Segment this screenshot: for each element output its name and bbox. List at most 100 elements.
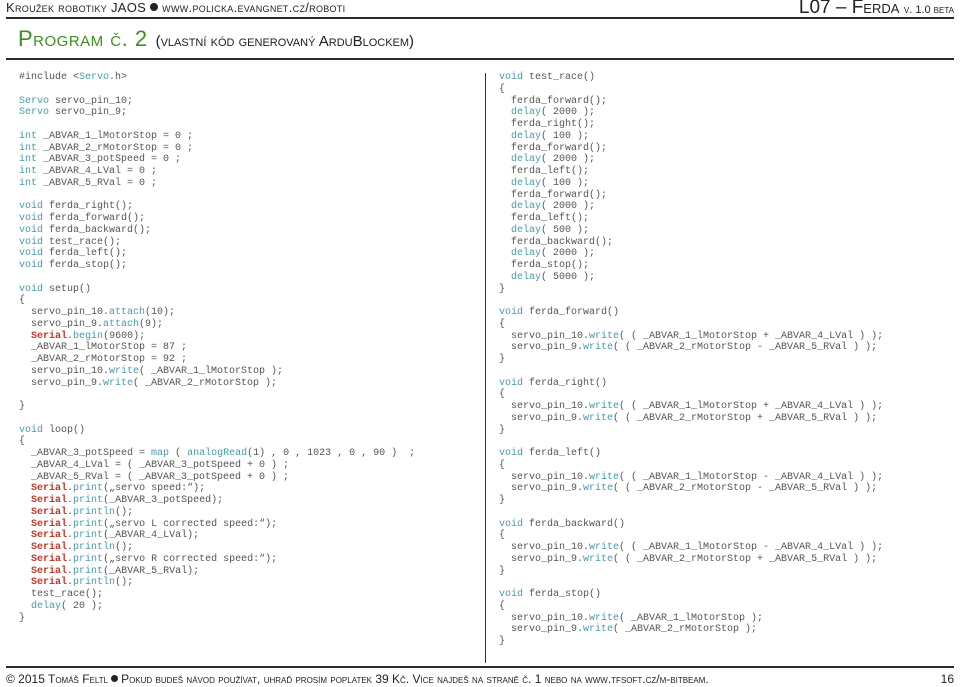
code-right-line: delay( 2000 ); [511,201,596,213]
footer: © 2015 Tomáš Feltl Pokud budeš návod použ… [6,672,954,686]
code-left-line: Serial.begin(9600); [31,330,146,342]
code-right-line: servo_pin_9.write( _ABVAR_2_rMotorStop )… [499,624,758,636]
code-right-line: { [499,83,506,95]
code-right-line: void ferda_right() [499,377,608,389]
program-title: Program č. 2 [18,26,148,51]
code-left-line: int _ABVAR_4_LVal = 0 ; [19,166,158,177]
code-left-line: test_race(); [19,589,104,600]
code-right-line: void ferda_forward() [499,307,620,318]
code-left-line: Serial.print(„servo L corrected speed:“)… [31,518,278,530]
code-left-line: servo_pin_10.write( _ABVAR_1_lMotorStop … [19,365,284,377]
code-left-line: Servo servo_pin_9; [19,107,128,119]
code-left-line: } [19,612,26,624]
code-left-line: servo_pin_9.write( _ABVAR_2_rMotorStop )… [19,377,278,389]
header-rule [6,17,954,19]
code-left-line: Serial.print(_ABVAR_3_potSpeed); [31,495,224,506]
code-left-line: Serial.print(„servo speed:“); [31,483,206,495]
code-right-line: ferda_right(); [499,119,596,130]
code-left-line: } [19,401,26,412]
code-left-line: Servo servo_pin_10; [19,95,134,107]
bullet-icon [111,675,119,682]
version-label: v. 1.0 beta [903,4,954,16]
code-left-line: Serial.println(); [31,506,134,518]
code-right-line: servo_pin_9.write( ( _ABVAR_2_rMotorStop… [499,342,878,354]
code-right-line: } [499,636,506,647]
code-right-line: } [499,565,506,577]
code-right-line: void ferda_backward() [499,518,626,530]
code-right-line: } [499,495,506,506]
code-left-line: { [19,436,26,448]
footer-copyright: © 2015 Tomáš Feltl [6,672,109,686]
code-right-line: ferda_forward(); [499,142,608,154]
code-left-line: _ABVAR_4_LVal = ( _ABVAR_3_potSpeed + 0 … [19,459,290,471]
club-url: www.policka.evangnet.cz/roboti [162,0,346,15]
code-left-line: int _ABVAR_1_lMotorStop = 0 ; [19,130,194,142]
code-left-line: Serial.print(„servo R corrected speed:“)… [31,553,278,565]
code-right-line: delay( 2000 ); [511,107,596,119]
code-right-line: servo_pin_10.write( _ABVAR_1_lMotorStop … [499,612,764,624]
code-right-line: ferda_left(); [499,166,590,177]
code-right-line: delay( 100 ); [511,130,590,142]
code-right-line: { [499,459,506,471]
code-left-line: void ferda_stop(); [19,260,128,271]
code-right-line: ferda_left(); [499,213,590,224]
code-right-line: delay( 500 ); [511,224,590,236]
code-left-line: _ABVAR_1_lMotorStop = 87 ; [19,342,188,354]
code-right-line: } [499,354,506,365]
code-right-line: delay( 100 ); [511,177,590,189]
code-left-line: void loop() [19,424,86,436]
bullet-icon [150,3,159,11]
code-right-line: delay( 5000 ); [511,271,596,283]
lesson-title: L07 – Ferda [798,0,900,18]
code-left-line: int _ABVAR_5_RVal = 0 ; [19,177,158,189]
code-left-line: servo_pin_10.attach(10); [19,307,176,318]
code-right-line: servo_pin_9.write( ( _ABVAR_2_rMotorStop… [499,412,878,424]
code-right-line: { [499,318,506,330]
code-left-line: void test_race(); [19,236,122,248]
code-right-line: servo_pin_10.write( ( _ABVAR_1_lMotorSto… [499,471,884,483]
column-divider [485,73,486,663]
code-left-line: Serial.println(); [31,542,134,553]
header-left: Kroužek robotiky JAOS www.policka.evangne… [6,0,345,15]
code-right-line: servo_pin_9.write( ( _ABVAR_2_rMotorStop… [499,483,878,495]
code-right-line: delay( 2000 ); [511,154,596,166]
code-left-line: _ABVAR_2_rMotorStop = 92 ; [19,354,188,365]
code-right-line: } [499,424,506,436]
code-right-line: { [499,389,506,401]
page-number: 16 [940,672,954,686]
code-right-line: void ferda_stop() [499,589,602,600]
code-right-line: { [499,530,506,542]
code-right-line: ferda_forward(); [499,189,608,201]
club-name: Kroužek robotiky JAOS [6,0,147,15]
code-right-line: servo_pin_9.write( ( _ABVAR_2_rMotorStop… [499,553,878,565]
program-subtitle: (vlastní kód generovaný ArduBlockem) [155,33,415,50]
code-right-line: servo_pin_10.write( ( _ABVAR_1_lMotorSto… [499,542,884,553]
code-right-line: void ferda_left() [499,448,602,459]
footer-note: Pokud budeš návod používat, uhraď prosím… [121,672,709,686]
code-left-line: Serial.println(); [31,577,134,589]
code-left-line: _ABVAR_3_potSpeed = map ( analogRead(1) … [19,448,416,459]
code-left-line: void ferda_left(); [19,248,128,260]
page-title: Program č. 2 (vlastní kód generovaný Ardu… [18,26,414,52]
code-right-line: servo_pin_10.write( ( _ABVAR_1_lMotorSto… [499,330,884,342]
code-left-line: int _ABVAR_2_rMotorStop = 0 ; [19,142,194,154]
code-right-line: ferda_forward(); [499,95,608,107]
code-right-line: ferda_backward(); [499,236,614,248]
code-right-line: } [499,283,506,295]
code-left-line: void ferda_right(); [19,201,134,213]
code-left-line: int _ABVAR_3_potSpeed = 0 ; [19,154,182,166]
code-right-line: servo_pin_10.write( ( _ABVAR_1_lMotorSto… [499,401,884,412]
code-listing-right: void test_race() { ferda_forward(); dela… [499,72,883,648]
code-left-line: Serial.print(_ABVAR_4_LVal); [31,530,200,542]
title-rule [6,58,954,60]
footer-rule [6,666,954,668]
code-left-line: servo_pin_9.attach(9); [19,318,164,330]
code-left-line: void setup() [19,283,92,295]
code-right-line: void test_race() [499,72,596,83]
code-right-line: delay( 2000 ); [511,248,596,260]
code-left-line: Serial.print(_ABVAR_5_RVal); [31,565,200,577]
code-left-line: _ABVAR_5_RVal = ( _ABVAR_3_potSpeed + 0 … [19,471,290,483]
code-listing-left: #include <Servo.h> Servo servo_pin_10; S… [19,72,415,624]
code-left-line: { [19,295,26,307]
code-right-line: { [499,600,506,612]
